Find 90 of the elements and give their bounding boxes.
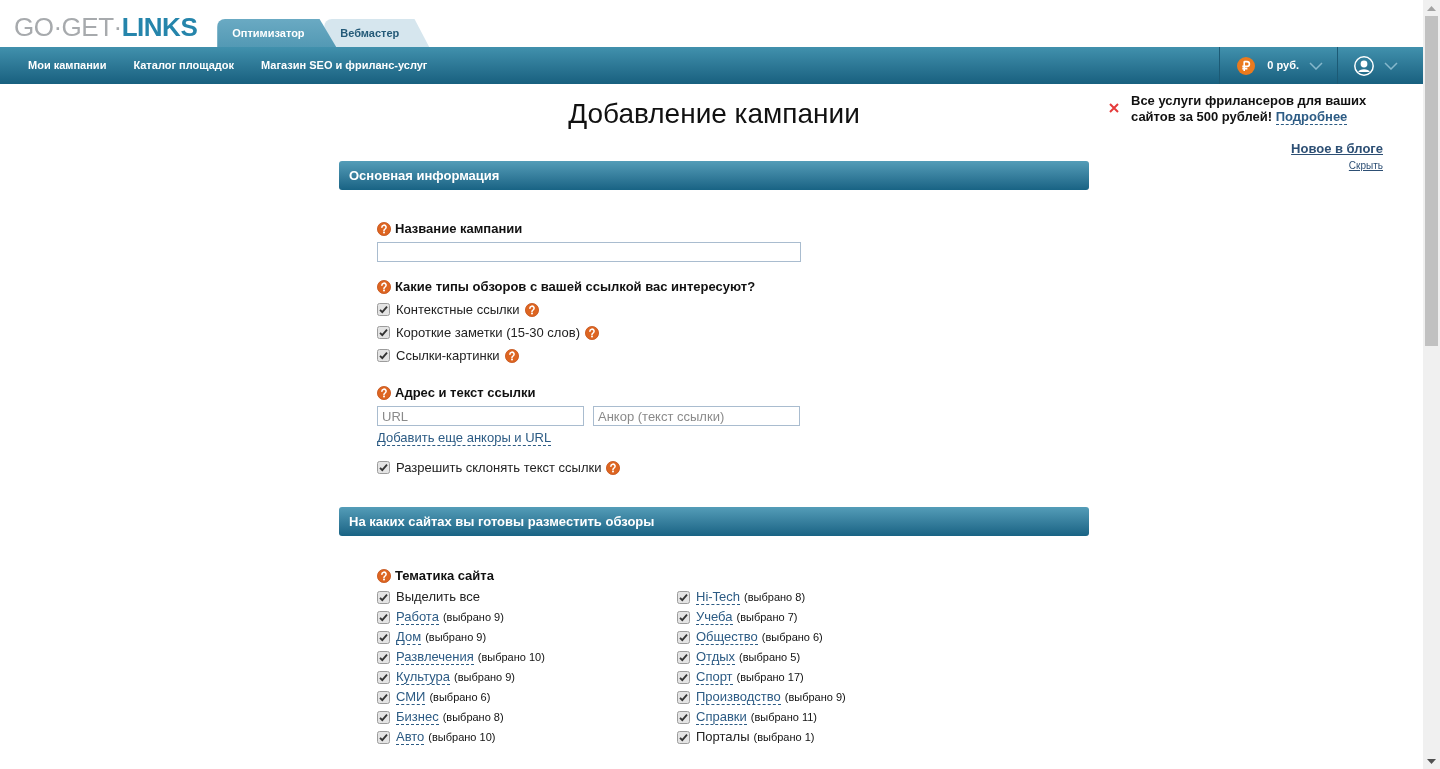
topic-link[interactable]: Бизнес [396, 709, 439, 725]
tab[interactable]: Вебмастер [324, 19, 430, 47]
help-icon[interactable] [606, 460, 621, 475]
checkbox[interactable] [377, 303, 390, 316]
selected-count: (выбрано 9) [454, 669, 516, 685]
user-icon[interactable] [1354, 55, 1374, 76]
selected-count: (выбрано 9) [425, 629, 487, 645]
selected-count: (выбрано 8) [442, 709, 504, 725]
topic-link[interactable]: Hi-Tech [696, 589, 741, 605]
checkbox[interactable] [377, 630, 390, 644]
scrollbar-thumb[interactable] [1425, 16, 1438, 346]
checkbox[interactable] [677, 650, 690, 664]
topic-link[interactable]: Дом [396, 629, 422, 645]
selected-count: (выбрано 10) [477, 649, 545, 665]
checkbox[interactable] [677, 590, 690, 604]
checkbox[interactable] [677, 710, 690, 724]
nav-link[interactable]: Магазин SEO и фриланс-услуг [261, 57, 428, 74]
checkbox[interactable] [677, 610, 690, 624]
nav-link[interactable]: Каталог площадок [133, 57, 235, 74]
topic-link[interactable]: Общество [696, 629, 758, 645]
section-header: Основная информация [339, 161, 1089, 190]
topic-link[interactable]: Культура [396, 669, 451, 685]
promo-text: Все услуги фрилансеров для ваших сайтов за 500 рублей! Подробнее [1131, 93, 1368, 125]
add-link[interactable]: Добавить еще анкоры и URL [377, 430, 552, 446]
topic-link[interactable]: Спорт [696, 669, 733, 685]
selected-count: (выбрано 9) [442, 609, 504, 625]
selected-count: (выбрано 5) [739, 649, 801, 665]
topic-label: Порталы [696, 728, 750, 747]
hide-link[interactable]: Скрыть [1348, 160, 1383, 172]
field-label: Тематика сайта [395, 567, 494, 586]
selected-count: (выбрано 8) [744, 589, 806, 605]
close-icon[interactable] [1109, 103, 1119, 113]
checkbox[interactable] [377, 590, 390, 604]
help-icon[interactable] [524, 302, 539, 317]
help-icon[interactable] [377, 222, 391, 236]
help-icon[interactable] [504, 348, 519, 363]
logo[interactable]: GO·GET·LINKS [14, 14, 198, 40]
input-field[interactable]: URL [377, 406, 584, 426]
scroll-down-icon[interactable] [1427, 758, 1436, 764]
checkbox-label: Разрешить склонять текст ссылки [396, 458, 602, 477]
checkbox-label: Ссылки-картинки [396, 346, 500, 365]
checkbox-label: Контекстные ссылки [396, 300, 520, 319]
input-field[interactable] [377, 242, 801, 262]
page-title: Добавление кампании [567, 97, 861, 131]
topic-link[interactable]: Авто [396, 729, 425, 745]
selected-count: (выбрано 17) [736, 669, 804, 685]
blog-link[interactable]: Новое в блоге [1291, 141, 1383, 157]
selected-count: (выбрано 10) [428, 729, 496, 745]
selected-count: (выбрано 6) [429, 689, 491, 705]
checkbox[interactable] [677, 670, 690, 684]
topic-label: Выделить все [396, 588, 481, 607]
selected-count: (выбрано 6) [761, 629, 823, 645]
checkbox[interactable] [677, 690, 690, 704]
section-header: На каких сайтах вы готовы разместить обзоры [339, 507, 1089, 536]
selected-count: (выбрано 11) [750, 709, 818, 725]
checkbox[interactable] [377, 670, 390, 684]
selected-count: (выбрано 9) [784, 689, 846, 705]
help-icon[interactable] [585, 325, 600, 340]
checkbox-label: Короткие заметки (15-30 слов) [396, 323, 581, 342]
checkbox[interactable] [377, 326, 390, 339]
topic-link[interactable]: Развлечения [396, 649, 474, 665]
checkbox[interactable] [377, 650, 390, 664]
checkbox[interactable] [677, 730, 690, 744]
checkbox[interactable] [677, 630, 690, 644]
topic-link[interactable]: Работа [396, 609, 439, 625]
checkbox[interactable] [377, 710, 390, 724]
checkbox[interactable] [377, 610, 390, 624]
topic-link[interactable]: СМИ [396, 689, 426, 705]
topic-link[interactable]: Справки [696, 709, 747, 725]
field-label: Адрес и текст ссылки [395, 384, 536, 403]
topic-link[interactable]: Учеба [696, 609, 733, 625]
nav-link[interactable]: Мои кампании [28, 57, 107, 74]
selected-count: (выбрано 7) [736, 609, 798, 625]
topic-link[interactable]: Отдых [696, 649, 736, 665]
topic-link[interactable]: Производство [696, 689, 781, 705]
scrollbar[interactable] [1423, 0, 1440, 769]
balance-amount: 0 руб. [1267, 58, 1299, 74]
help-icon[interactable] [377, 280, 391, 294]
checkbox[interactable] [377, 730, 390, 744]
field-label: Какие типы обзоров с вашей ссылкой вас интересуют? [395, 278, 756, 297]
ruble-icon[interactable] [1237, 56, 1256, 75]
checkbox[interactable] [377, 349, 390, 362]
checkbox[interactable] [377, 690, 390, 704]
more-link[interactable]: Подробнее [1275, 109, 1348, 125]
selected-count: (выбрано 1) [753, 729, 815, 745]
field-label: Название кампании [395, 220, 523, 239]
input-field[interactable]: Анкор (текст ссылки) [593, 406, 800, 426]
help-icon[interactable] [377, 386, 391, 400]
help-icon[interactable] [377, 569, 391, 583]
checkbox[interactable] [377, 461, 390, 474]
